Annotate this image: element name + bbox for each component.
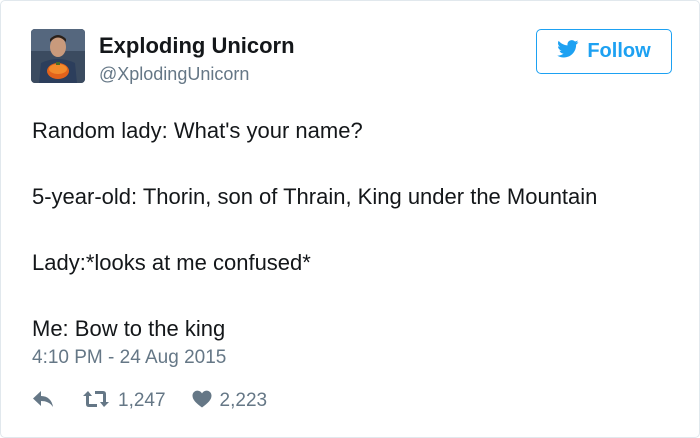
tweet-actions: 1,247 2,223 (32, 387, 267, 415)
tweet-line: Me: Bow to the king (32, 316, 226, 341)
twitter-bird-icon (557, 40, 579, 63)
avatar-image (31, 29, 85, 83)
tweet-timestamp[interactable]: 4:10 PM - 24 Aug 2015 (32, 347, 226, 369)
author-handle[interactable]: @XplodingUnicorn (99, 64, 249, 85)
like-button[interactable]: 2,223 (192, 390, 268, 413)
heart-icon (192, 390, 212, 413)
author-display-name[interactable]: Exploding Unicorn (99, 33, 295, 59)
tweet-line: Random lady: What's your name? (32, 118, 363, 143)
tweet-line: Lady:*looks at me confused* (32, 250, 311, 275)
tweet-card: Exploding Unicorn @XplodingUnicorn Follo… (0, 0, 700, 438)
reply-icon (32, 390, 54, 413)
tweet-text: Random lady: What's your name? 5-year-ol… (32, 114, 682, 345)
tweet-line: 5-year-old: Thorin, son of Thrain, King … (32, 184, 598, 209)
follow-button-label: Follow (587, 40, 651, 62)
retweet-count: 1,247 (118, 390, 166, 411)
retweet-icon (82, 389, 110, 414)
follow-button[interactable]: Follow (536, 29, 672, 74)
reply-button[interactable] (32, 390, 54, 413)
retweet-button[interactable]: 1,247 (82, 389, 166, 414)
avatar[interactable] (31, 29, 85, 83)
like-count: 2,223 (219, 390, 268, 411)
